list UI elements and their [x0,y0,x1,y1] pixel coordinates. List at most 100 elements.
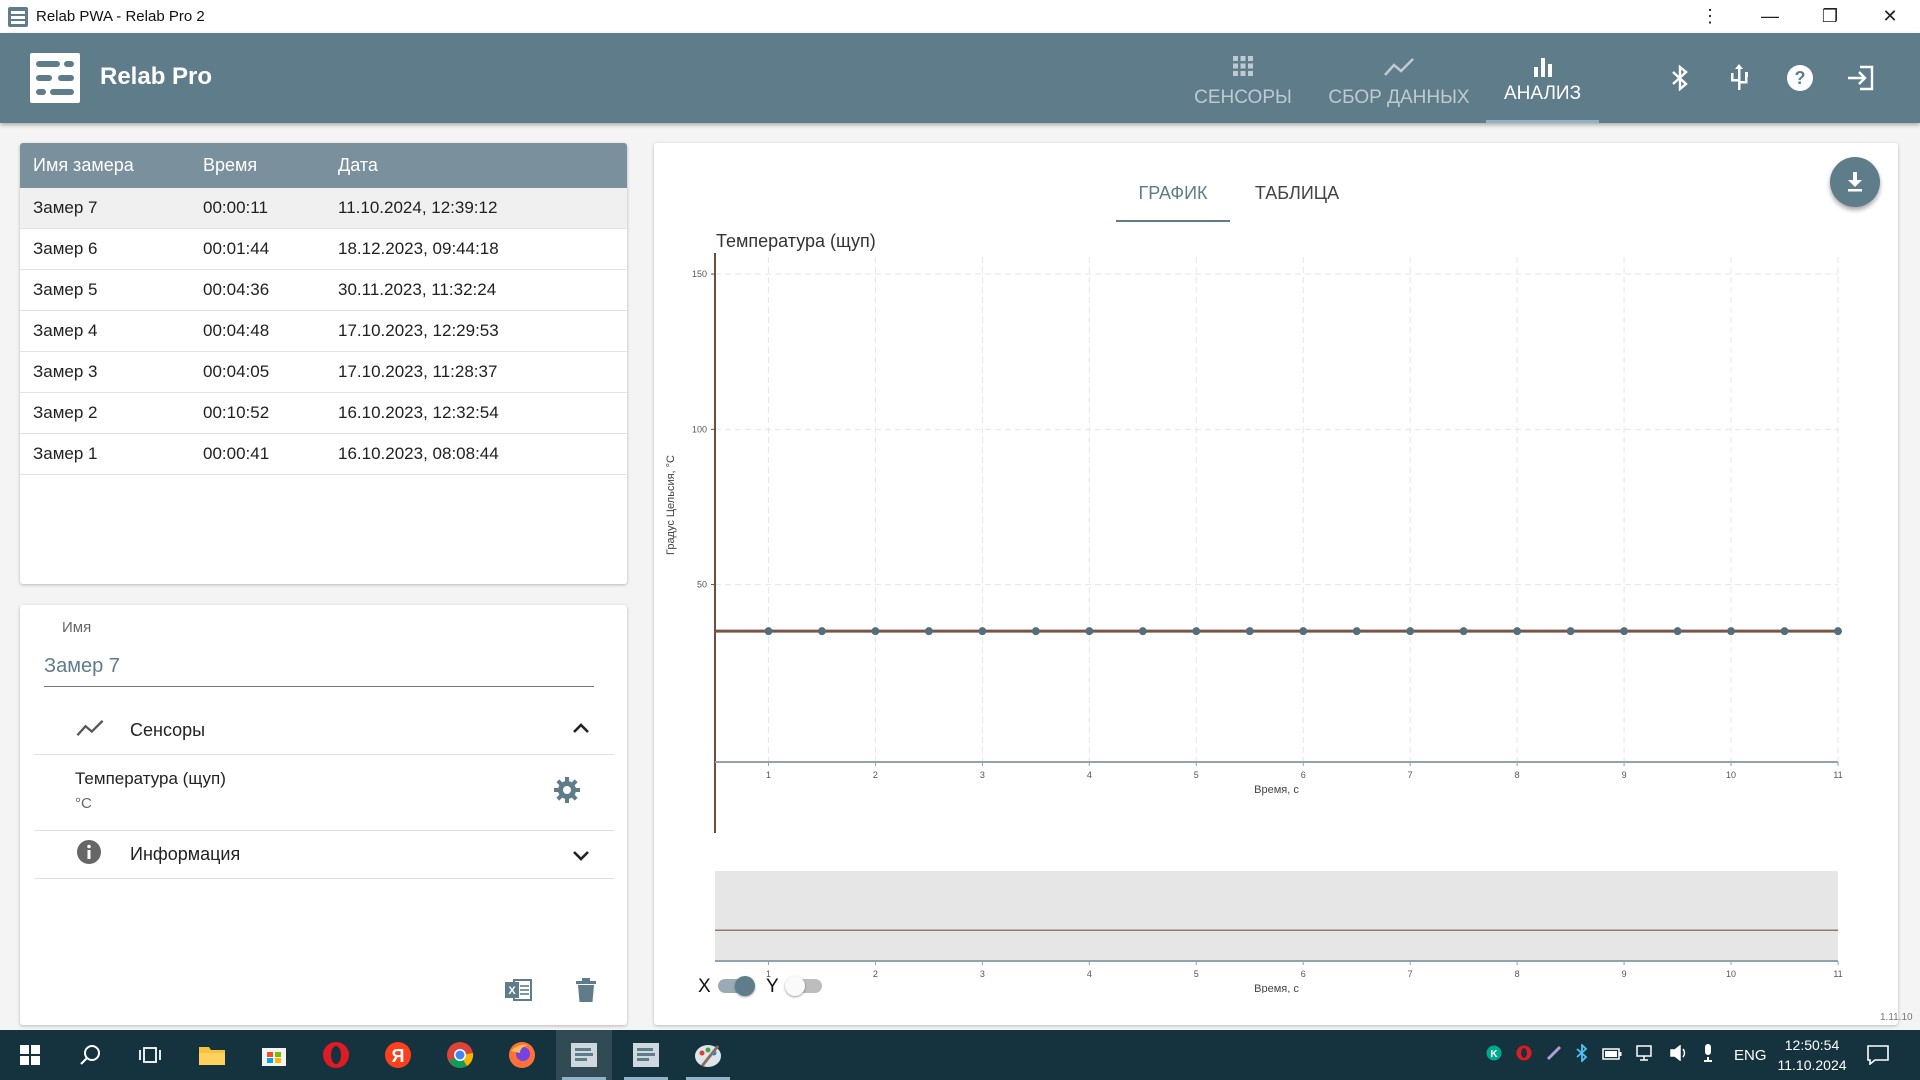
restore-button[interactable]: ❐ [1800,0,1860,33]
brush-x-tick-label: 10 [1726,969,1736,979]
relab-pro-icon[interactable] [618,1030,674,1080]
relab-logo [30,53,80,103]
yandex-icon[interactable]: Я [370,1030,426,1080]
data-point [871,627,880,636]
table-row[interactable]: Замер 3 00:04:05 17.10.2023, 11:28:37 [20,352,627,393]
file-explorer-icon[interactable] [184,1030,240,1080]
chrome-icon[interactable] [432,1030,488,1080]
gear-icon[interactable] [554,777,580,808]
task-view-icon[interactable] [122,1030,178,1080]
x-axis-toggle[interactable] [718,976,755,996]
table-row[interactable]: Замер 7 00:00:11 11.10.2024, 12:39:12 [20,188,627,229]
tab-table[interactable]: ТАБЛИЦА [1240,163,1354,222]
network-icon[interactable] [1636,1045,1656,1065]
tab-graph[interactable]: ГРАФИК [1116,163,1230,222]
table-row[interactable]: Замер 6 00:01:44 18.12.2023, 09:44:18 [20,229,627,270]
table-row[interactable]: Замер 4 00:04:48 17.10.2023, 12:29:53 [20,311,627,352]
help-icon[interactable]: ? [1785,63,1815,93]
store-icon[interactable] [246,1030,302,1080]
app-header: Relab Pro СЕНСОРЫ СБОР ДАННЫХ АНАЛИЗ ? [0,33,1920,123]
firefox-icon[interactable] [494,1030,550,1080]
more-options-button[interactable]: ⋮ [1680,0,1740,33]
download-button[interactable] [1830,157,1880,207]
brush-x-tick-label: 7 [1408,969,1413,979]
cell-name: Замер 3 [33,362,98,381]
column-header-name[interactable]: Имя замера [20,155,203,176]
name-field[interactable]: Замер 7 [44,655,594,687]
cell-date: 17.10.2023, 12:29:53 [338,321,499,340]
chevron-up-icon[interactable] [572,721,590,739]
battery-icon[interactable] [1602,1047,1622,1064]
data-point [1245,627,1254,636]
download-icon [1848,172,1862,192]
trash-icon[interactable] [576,978,596,1007]
data-point [1406,627,1415,636]
trend-icon [1327,43,1471,77]
system-clock[interactable]: 12:50:54 11.10.2024 [1772,1035,1852,1075]
volume-icon[interactable] [1670,1044,1688,1065]
tab-label: АНАЛИЗ [1503,83,1582,104]
pen-tray-icon[interactable] [1546,1045,1562,1065]
microphone-icon[interactable] [1702,1044,1714,1066]
brush-x-tick-label: 9 [1622,969,1627,979]
table-row[interactable]: Замер 2 00:10:52 16.10.2023, 12:32:54 [20,393,627,434]
main-chart[interactable]: 50 100 150 1 2 3 4 5 6 7 8 9 10 11 Время, с Градус Цель… [654,243,1898,963]
x-tick-label: 2 [873,770,878,780]
x-tick-label: 10 [1726,770,1736,780]
sensor-unit: °C [75,795,92,812]
bar-chart-icon [1486,43,1599,77]
kaspersky-icon[interactable]: K [1486,1045,1502,1065]
cell-date: 16.10.2023, 12:32:54 [338,403,499,422]
cell-name: Замер 5 [33,280,98,299]
cell-name: Замер 1 [33,444,98,463]
bluetooth-tray-icon[interactable] [1576,1042,1588,1066]
cell-date: 16.10.2023, 08:08:44 [338,444,499,463]
cell-time: 00:04:05 [203,362,270,381]
windows-start-icon[interactable] [2,1030,58,1080]
cell-name: Замер 2 [33,403,98,422]
cell-date: 11.10.2024, 12:39:12 [338,198,498,217]
opera-icon[interactable] [308,1030,364,1080]
tab-data-collection[interactable]: СБОР ДАННЫХ [1327,43,1471,123]
x-tick-label: 5 [1194,770,1199,780]
sensors-section-header[interactable]: Сенсоры [34,707,614,755]
relab-app-icon [8,6,28,27]
data-point [1620,627,1629,636]
cell-date: 17.10.2023, 11:28:37 [338,362,498,381]
sensor-name: Температура (щуп) [75,769,226,788]
close-button[interactable]: ✕ [1860,0,1920,33]
data-point [1566,627,1575,636]
opera-tray-icon[interactable] [1516,1045,1532,1065]
tab-analysis[interactable]: АНАЛИЗ [1486,43,1599,123]
keyboard-language[interactable]: ENG [1734,1047,1767,1064]
paint-icon[interactable] [680,1030,736,1080]
data-point [817,627,826,636]
cell-date: 18.12.2023, 09:44:18 [338,239,499,258]
cell-date: 30.11.2023, 11:32:24 [338,280,497,299]
table-row[interactable]: Замер 1 00:00:41 16.10.2023, 08:08:44 [20,434,627,475]
logout-icon[interactable] [1845,63,1875,93]
table-row[interactable]: Замер 5 00:04:36 30.11.2023, 11:32:24 [20,270,627,311]
notifications-icon[interactable] [1850,1030,1906,1080]
y-axis-toggle[interactable] [785,976,822,996]
x-tick-label: 3 [980,770,985,780]
brush-x-axis-label: Время, с [1254,983,1299,993]
svg-text:X: X [508,985,516,997]
bluetooth-icon[interactable] [1665,63,1695,93]
excel-export-icon[interactable]: X [504,978,532,1007]
column-header-date[interactable]: Дата [338,155,618,176]
relab-icon[interactable] [556,1030,612,1080]
brush-chart[interactable]: 1 2 3 4 5 6 7 8 9 10 11Время, с [654,863,1898,993]
chevron-down-icon[interactable] [572,849,590,867]
info-section-header[interactable]: Информация [34,831,614,879]
data-point [1138,627,1147,636]
search-icon[interactable] [62,1030,118,1080]
cell-time: 00:00:41 [203,444,270,463]
usb-icon[interactable] [1724,63,1754,93]
x-tick-label: 7 [1408,770,1413,780]
tab-sensors[interactable]: СЕНСОРЫ [1193,43,1293,123]
cell-time: 00:04:48 [203,321,270,340]
minimize-button[interactable]: — [1740,0,1800,33]
measurements-table: Имя замера Время Дата Замер 7 00:00:11 1… [20,143,627,584]
column-header-time[interactable]: Время [203,155,338,176]
